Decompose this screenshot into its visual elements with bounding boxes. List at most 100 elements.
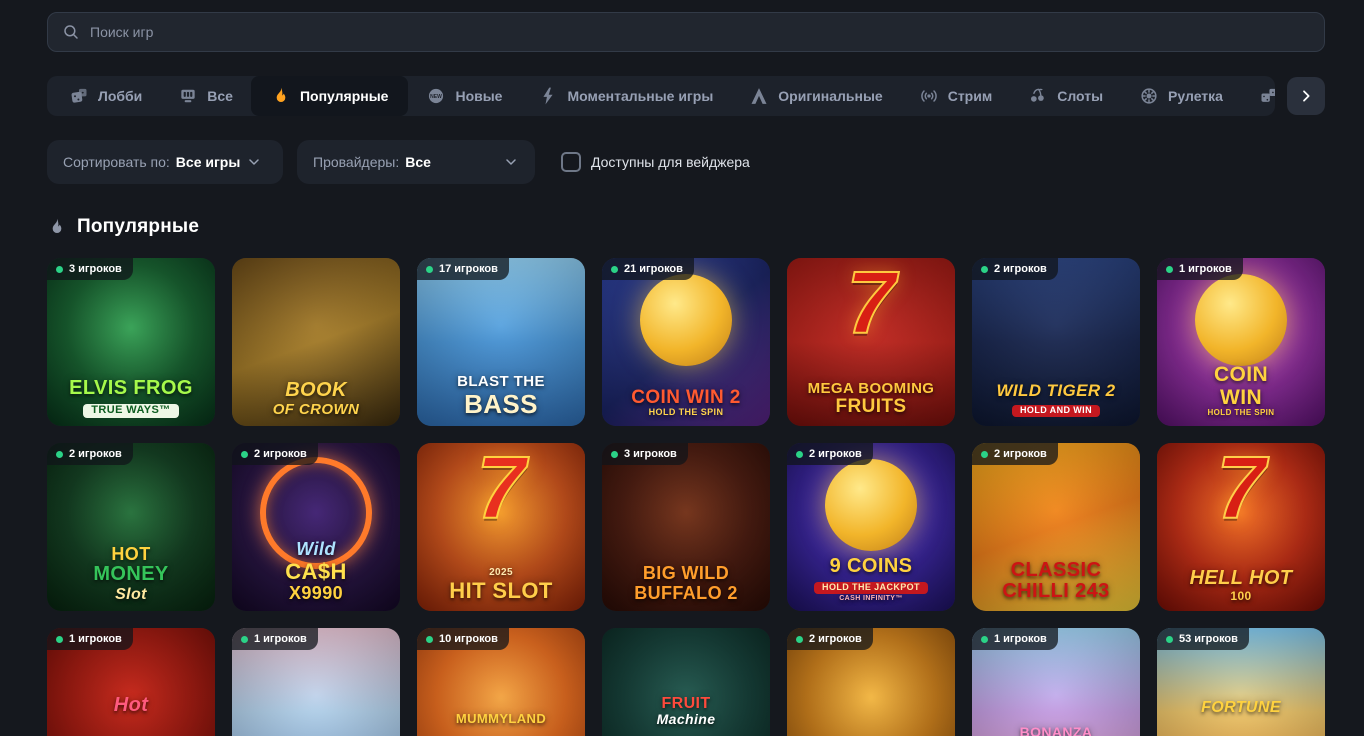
player-count-badge: 53 игроков bbox=[1157, 628, 1249, 650]
checkbox-icon[interactable] bbox=[561, 152, 581, 172]
sort-value: Все игры bbox=[176, 154, 241, 170]
providers-value: Все bbox=[405, 154, 431, 170]
game-title-line: OF CROWN bbox=[236, 402, 396, 418]
coin-motif bbox=[825, 459, 917, 551]
online-dot-icon bbox=[56, 636, 63, 643]
game-title-line: CHILLI 243 bbox=[976, 581, 1136, 603]
game-art: 72025HIT SLOT bbox=[417, 443, 585, 611]
online-dot-icon bbox=[981, 266, 988, 273]
game-art: WILD TIGER 2HOLD AND WIN bbox=[972, 258, 1140, 426]
section-title: Популярные bbox=[77, 216, 199, 238]
game-title-line: Hot bbox=[51, 695, 211, 717]
online-dot-icon bbox=[611, 451, 618, 458]
tab-originals[interactable]: Оригинальные bbox=[731, 76, 900, 116]
game-title: COIN WIN 2HOLD THE SPIN bbox=[606, 388, 766, 418]
all-games-icon bbox=[178, 86, 198, 106]
game-tile[interactable]: BLAST THEBASS17 игроков bbox=[417, 258, 585, 426]
player-count-text: 53 игроков bbox=[1179, 633, 1238, 645]
tab-all[interactable]: Все bbox=[160, 76, 251, 116]
game-art: 9 COINSHOLD THE JACKPOTCASH INFINITY™ bbox=[787, 443, 955, 611]
tab-popular[interactable]: Популярные bbox=[251, 76, 408, 116]
tab-new[interactable]: NEWНовые bbox=[408, 76, 520, 116]
game-title-line: HOLD THE SPIN bbox=[1161, 409, 1321, 418]
popular-section-header: Популярные bbox=[47, 216, 1325, 238]
game-title-line: CASH INFINITY™ bbox=[791, 595, 951, 603]
game-tile[interactable]: HOTMONEYSlot2 игроков bbox=[47, 443, 215, 611]
tab-instant[interactable]: Моментальные игры bbox=[520, 76, 731, 116]
player-count-badge: 2 игроков bbox=[787, 443, 873, 465]
tab-label: Моментальные игры bbox=[567, 88, 713, 104]
game-title: HELL HOT100 bbox=[1161, 568, 1321, 603]
game-tile[interactable]: MUMMYLAND10 игроков bbox=[417, 628, 585, 736]
chevron-down-icon bbox=[503, 154, 519, 170]
online-dot-icon bbox=[981, 636, 988, 643]
game-tile[interactable]: Hot1 игроков bbox=[47, 628, 215, 736]
chevron-right-icon bbox=[1298, 88, 1314, 104]
flame-icon bbox=[47, 217, 67, 237]
tab-craps[interactable]: Крэпс bbox=[1241, 76, 1275, 116]
game-tile[interactable]: ELVIS FROGTRUE WAYS™3 игроков bbox=[47, 258, 215, 426]
game-title-line: HIT SLOT bbox=[421, 579, 581, 603]
game-tile[interactable]: FRUITMachine bbox=[602, 628, 770, 736]
craps-icon bbox=[1259, 86, 1275, 106]
game-title: HOTMONEYSlot bbox=[51, 545, 211, 603]
game-tile[interactable]: WildCA$HX99902 игроков bbox=[232, 443, 400, 611]
wager-available-checkbox[interactable]: Доступны для вейджера bbox=[561, 152, 750, 172]
online-dot-icon bbox=[1166, 636, 1173, 643]
coin-motif bbox=[640, 274, 732, 366]
game-title: Hot bbox=[51, 695, 211, 717]
game-title-line: 100 bbox=[1161, 590, 1321, 603]
tab-slots[interactable]: Слоты bbox=[1010, 76, 1121, 116]
game-tile[interactable]: COIN WIN 2HOLD THE SPIN 21 игроков bbox=[602, 258, 770, 426]
player-count-badge: 2 игроков bbox=[972, 258, 1058, 280]
game-art: COIN WIN 2HOLD THE SPIN bbox=[602, 258, 770, 426]
player-count-badge: 1 игроков bbox=[972, 628, 1058, 650]
game-tile[interactable]: COINWINHOLD THE SPIN1 игроков bbox=[1157, 258, 1325, 426]
game-tile[interactable]: BOOKOF CROWN bbox=[232, 258, 400, 426]
player-count-badge: 10 игроков bbox=[417, 628, 509, 650]
game-title: BOOKOF CROWN bbox=[236, 380, 396, 418]
game-tile[interactable]: WILD TIGER 2HOLD AND WIN2 игроков bbox=[972, 258, 1140, 426]
game-title-line: COIN bbox=[1161, 364, 1321, 387]
game-title-line: Machine bbox=[606, 712, 766, 727]
game-title: BIG WILDBUFFALO 2 bbox=[606, 564, 766, 603]
online-dot-icon bbox=[981, 451, 988, 458]
providers-dropdown[interactable]: Провайдеры: Все bbox=[297, 140, 535, 184]
game-tile[interactable]: 7MEGA BOOMINGFRUITS bbox=[787, 258, 955, 426]
game-tile[interactable]: BONANZA1 игроков bbox=[972, 628, 1140, 736]
game-tile[interactable]: 72025HIT SLOT bbox=[417, 443, 585, 611]
seven-motif: 7 bbox=[1217, 443, 1266, 539]
player-count-text: 2 игроков bbox=[994, 263, 1047, 275]
player-count-text: 3 игроков bbox=[69, 263, 122, 275]
tab-roulette[interactable]: Рулетка bbox=[1121, 76, 1241, 116]
providers-label: Провайдеры: bbox=[313, 154, 399, 170]
player-count-text: 1 игроков bbox=[994, 633, 1047, 645]
game-tile[interactable]: CLASSICCHILLI 2432 игроков bbox=[972, 443, 1140, 611]
tab-label: Все bbox=[207, 88, 233, 104]
category-tabs: Лобби Все ПопулярныеNEWНовые Моментальные и… bbox=[47, 76, 1275, 116]
player-count-badge: 1 игроков bbox=[1157, 258, 1243, 280]
player-count-badge: 21 игроков bbox=[602, 258, 694, 280]
game-title: CLASSICCHILLI 243 bbox=[976, 560, 1136, 603]
game-tile[interactable]: 9 COINSHOLD THE JACKPOTCASH INFINITY™2 и… bbox=[787, 443, 955, 611]
player-count-badge: 2 игроков bbox=[232, 443, 318, 465]
tab-stream[interactable]: Стрим bbox=[901, 76, 1010, 116]
game-tile[interactable]: FORTUNE53 игроков bbox=[1157, 628, 1325, 736]
game-tile[interactable]: 2 игроков bbox=[787, 628, 955, 736]
sort-dropdown[interactable]: Сортировать по: Все игры bbox=[47, 140, 283, 184]
sort-label: Сортировать по: bbox=[63, 154, 170, 170]
seven-motif: 7 bbox=[477, 443, 526, 539]
game-art: BLAST THEBASS bbox=[417, 258, 585, 426]
tabs-scroll-right-button[interactable] bbox=[1287, 77, 1325, 115]
search-icon bbox=[62, 23, 80, 41]
search-input[interactable] bbox=[90, 24, 1310, 40]
player-count-text: 3 игроков bbox=[624, 448, 677, 460]
game-title-line: HOLD THE SPIN bbox=[606, 408, 766, 418]
game-art: 7 HELL HOT100 bbox=[1157, 443, 1325, 611]
game-tile[interactable]: 1 игроков bbox=[232, 628, 400, 736]
game-title-line: Wild bbox=[236, 540, 396, 559]
tab-lobby[interactable]: Лобби bbox=[51, 76, 160, 116]
search-bar[interactable] bbox=[47, 12, 1325, 52]
game-tile[interactable]: BIG WILDBUFFALO 2 3 игроков bbox=[602, 443, 770, 611]
game-tile[interactable]: 7 HELL HOT100 bbox=[1157, 443, 1325, 611]
